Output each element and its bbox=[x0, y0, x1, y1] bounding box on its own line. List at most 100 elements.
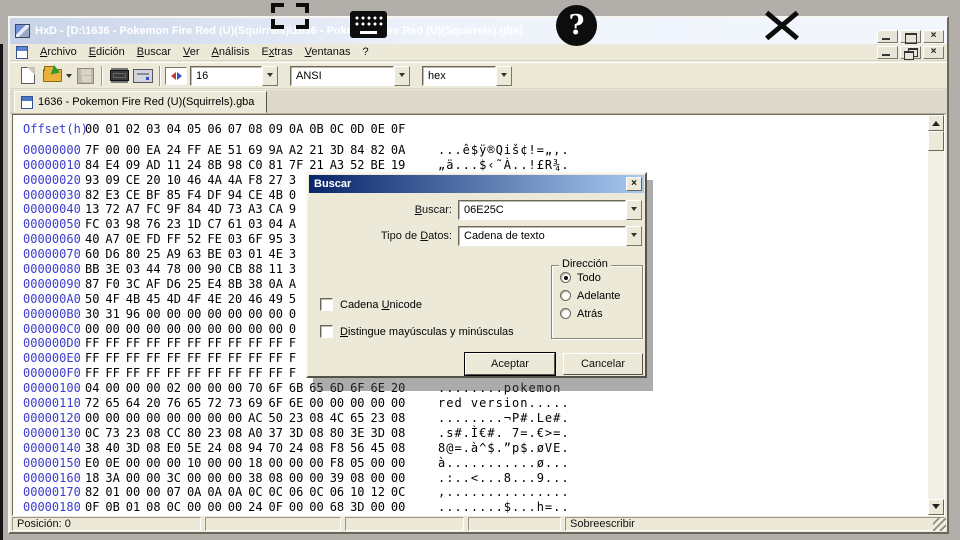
bytes-per-row-select[interactable]: 16 bbox=[190, 66, 278, 86]
ram-chip-icon bbox=[110, 70, 129, 81]
toolbar-separator bbox=[101, 66, 103, 86]
dialog-title: Buscar bbox=[314, 178, 351, 190]
mdi-document-icon[interactable] bbox=[16, 46, 28, 59]
menu-item-buscar[interactable]: Buscar bbox=[131, 45, 177, 60]
offset-base-select[interactable]: hex bbox=[422, 66, 512, 86]
fullscreen-icon[interactable] bbox=[271, 3, 309, 29]
hex-row[interactable]: 00000150E00E00000010000018000000F8050000… bbox=[23, 456, 944, 471]
hex-row[interactable]: 0000001084E409AD11248B98C0817F21A352BE19… bbox=[23, 158, 944, 173]
bytes-per-row-dropdown[interactable] bbox=[262, 66, 278, 86]
menu-items: ArchivoEdiciónBuscarVerAnálisisExtrasVen… bbox=[34, 45, 375, 60]
tab-file-icon bbox=[21, 96, 33, 109]
datatype-value[interactable]: Cadena de texto bbox=[458, 226, 626, 246]
direction-groupbox: Dirección TodoAdelanteAtrás bbox=[551, 265, 643, 339]
dialog-titlebar: Buscar × bbox=[309, 175, 644, 193]
datatype-select[interactable]: Cadena de texto bbox=[458, 226, 642, 246]
help-icon[interactable]: ? bbox=[556, 5, 597, 46]
status-position: Posición: 0 bbox=[12, 517, 201, 531]
scroll-thumb[interactable] bbox=[928, 131, 944, 151]
radio-adelante[interactable]: Adelante bbox=[560, 289, 642, 302]
open-dropdown-button[interactable] bbox=[64, 65, 73, 87]
window-titlebar: HxD - [D:\1636 - Pokemon Fire Red (U)(Sq… bbox=[10, 18, 947, 44]
search-dropdown-button[interactable] bbox=[626, 200, 642, 220]
menu-item-extras[interactable]: Extras bbox=[255, 45, 298, 60]
disk-drive-icon bbox=[133, 69, 153, 83]
hex-row[interactable]: 000001300C732308CC802308A0373D08803E3D08… bbox=[23, 426, 944, 441]
mdi-restore-button[interactable] bbox=[900, 46, 921, 59]
maximize-button[interactable] bbox=[900, 30, 921, 43]
encoding-select[interactable]: ANSI bbox=[290, 66, 410, 86]
mdi-minimize-button[interactable] bbox=[877, 46, 898, 59]
keyboard-icon[interactable] bbox=[350, 11, 387, 38]
hex-header: Offset(h)000102030405060708090A0B0C0D0E0… bbox=[23, 122, 944, 137]
toolbar-separator bbox=[159, 66, 161, 86]
datatype-dropdown-button[interactable] bbox=[626, 226, 642, 246]
window-title: HxD - [D:\1636 - Pokemon Fire Red (U)(Sq… bbox=[35, 25, 875, 37]
menu-bar: ArchivoEdiciónBuscarVerAnálisisExtrasVen… bbox=[10, 44, 947, 61]
menu-item-edicin[interactable]: Edición bbox=[83, 45, 131, 60]
search-value[interactable]: 06E25C bbox=[458, 200, 626, 220]
encoding-value[interactable]: ANSI bbox=[290, 66, 394, 86]
hex-row[interactable]: 000000007F0000EA24FFAE51699AA2213D84820A… bbox=[23, 143, 944, 158]
radio-atrs[interactable]: Atrás bbox=[560, 307, 642, 320]
scroll-up-button[interactable] bbox=[928, 115, 944, 131]
open-file-button[interactable] bbox=[40, 65, 64, 87]
new-file-icon bbox=[21, 67, 35, 84]
status-panel-3 bbox=[345, 517, 464, 531]
checkbox-box[interactable] bbox=[320, 325, 333, 338]
dialog-close-icon[interactable]: × bbox=[626, 177, 642, 191]
checkbox-distingue-mayusculas[interactable]: Distingue mayúsculas y minúsculas bbox=[320, 325, 514, 338]
open-disk-button[interactable] bbox=[131, 65, 155, 87]
bytes-per-row-icon bbox=[165, 67, 187, 85]
open-folder-icon bbox=[43, 69, 62, 82]
datatype-label: Tipo de Datos: bbox=[318, 230, 452, 242]
direction-label: Dirección bbox=[559, 258, 611, 270]
radio-todo[interactable]: Todo bbox=[560, 271, 642, 284]
mdi-close-button[interactable]: × bbox=[923, 46, 944, 59]
buscar-dialog: Buscar × Buscar: 06E25C Tipo de Datos: C… bbox=[306, 172, 647, 378]
tab-bar: 1636 - Pokemon Fire Red (U)(Squirrels).g… bbox=[10, 90, 947, 114]
dialog-shadow bbox=[313, 378, 653, 391]
scroll-down-button[interactable] bbox=[928, 499, 944, 515]
menu-item-archivo[interactable]: Archivo bbox=[34, 45, 83, 60]
menu-item-anlisis[interactable]: Análisis bbox=[206, 45, 256, 60]
save-button[interactable] bbox=[73, 65, 97, 87]
minimize-button[interactable] bbox=[877, 30, 898, 43]
open-ram-button[interactable] bbox=[107, 65, 131, 87]
screen: HxD - [D:\1636 - Pokemon Fire Red (U)(Sq… bbox=[0, 0, 960, 540]
menu-item-ver[interactable]: Ver bbox=[177, 45, 206, 60]
vertical-scrollbar[interactable] bbox=[928, 115, 944, 515]
hex-row[interactable]: 0000017082010000070A0A0A0C0C060C0610120C… bbox=[23, 485, 944, 500]
encoding-dropdown[interactable] bbox=[394, 66, 410, 86]
status-bar: Posición: 0 Sobreescribir bbox=[10, 516, 947, 532]
toolbar: 16 ANSI hex bbox=[10, 62, 947, 89]
menu-item-ventanas[interactable]: Ventanas bbox=[299, 45, 357, 60]
hex-row[interactable]: 00000160183A00003C0000003808000039080000… bbox=[23, 471, 944, 486]
new-file-button[interactable] bbox=[16, 65, 40, 87]
hxd-app-icon bbox=[15, 24, 30, 38]
offset-base-value[interactable]: hex bbox=[422, 66, 496, 86]
tab-label: 1636 - Pokemon Fire Red (U)(Squirrels).g… bbox=[38, 96, 254, 108]
offset-base-dropdown[interactable] bbox=[496, 66, 512, 86]
aceptar-button[interactable]: Aceptar bbox=[465, 353, 555, 375]
status-panel-2 bbox=[205, 517, 341, 531]
search-input[interactable]: 06E25C bbox=[458, 200, 642, 220]
hex-row[interactable]: 000001800F0B01080C000000240F0000683D0000… bbox=[23, 500, 944, 515]
tab-active[interactable]: 1636 - Pokemon Fire Red (U)(Squirrels).g… bbox=[14, 91, 267, 113]
bytes-per-row-value[interactable]: 16 bbox=[190, 66, 262, 86]
dialog-shadow bbox=[647, 180, 653, 378]
screen-left-edge bbox=[0, 44, 3, 540]
cancelar-button[interactable]: Cancelar bbox=[563, 353, 643, 375]
checkbox-box[interactable] bbox=[320, 298, 333, 311]
hex-row[interactable]: 000001200000000000000000AC5023084C652308… bbox=[23, 411, 944, 426]
status-mode: Sobreescribir bbox=[565, 517, 945, 531]
checkbox-cadena-unicode[interactable]: Cadena Unicode bbox=[320, 298, 422, 311]
resize-grip[interactable] bbox=[933, 518, 946, 531]
close-button[interactable]: × bbox=[923, 30, 944, 43]
menu-item-?[interactable]: ? bbox=[357, 45, 375, 60]
close-overlay-icon[interactable] bbox=[764, 9, 800, 41]
hex-row[interactable]: 0000014038403D08E05E240894702408F8564508… bbox=[23, 441, 944, 456]
save-floppy-icon bbox=[77, 68, 94, 84]
search-label: Buscar: bbox=[318, 204, 452, 216]
hex-row[interactable]: 000001107265642076657273696F6E0000000000… bbox=[23, 396, 944, 411]
